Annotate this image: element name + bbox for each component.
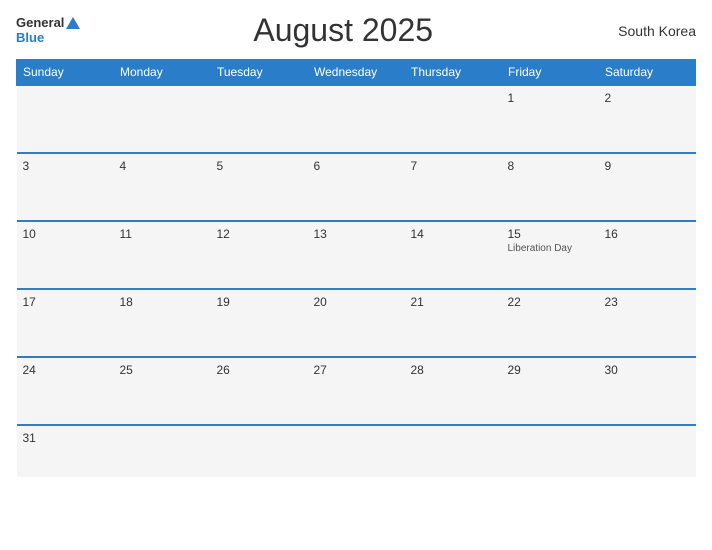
calendar-day-cell [599,425,696,477]
calendar-day-cell [502,425,599,477]
day-number: 23 [605,295,690,309]
calendar-day-cell [405,425,502,477]
calendar-day-cell [17,85,114,153]
calendar-day-cell: 11 [114,221,211,289]
day-number: 29 [508,363,593,377]
calendar-day-cell: 7 [405,153,502,221]
calendar-day-cell: 31 [17,425,114,477]
logo-blue-text: Blue [16,31,44,45]
calendar-day-cell [308,425,405,477]
day-number: 12 [217,227,302,241]
calendar-day-cell: 4 [114,153,211,221]
calendar-day-cell: 29 [502,357,599,425]
calendar-week-row: 24 25 26 27 28 29 30 [17,357,696,425]
day-number: 10 [23,227,108,241]
day-number: 20 [314,295,399,309]
day-number: 6 [314,159,399,173]
day-number: 4 [120,159,205,173]
country-label: South Korea [606,23,696,39]
calendar-day-cell: 28 [405,357,502,425]
logo-general-text: General [16,16,80,30]
day-number: 3 [23,159,108,173]
calendar-page: General Blue August 2025 South Korea Sun… [0,0,712,550]
calendar-week-row: 17 18 19 20 21 22 23 [17,289,696,357]
weekday-header-row: Sunday Monday Tuesday Wednesday Thursday… [17,60,696,86]
day-number: 25 [120,363,205,377]
month-title: August 2025 [80,12,606,49]
calendar-day-cell: 9 [599,153,696,221]
header-tuesday: Tuesday [211,60,308,86]
day-number: 16 [605,227,690,241]
day-number: 24 [23,363,108,377]
day-number: 8 [508,159,593,173]
logo: General Blue [16,16,80,45]
header: General Blue August 2025 South Korea [16,12,696,49]
calendar-day-cell: 1 [502,85,599,153]
calendar-week-row: 3456789 [17,153,696,221]
calendar-day-cell: 13 [308,221,405,289]
day-number: 21 [411,295,496,309]
calendar-day-cell: 26 [211,357,308,425]
day-number: 18 [120,295,205,309]
day-event-label: Liberation Day [508,243,593,254]
calendar-week-row: 31 [17,425,696,477]
day-number: 22 [508,295,593,309]
day-number: 19 [217,295,302,309]
day-number: 9 [605,159,690,173]
day-number: 27 [314,363,399,377]
calendar-week-row: 10 11 12 13 14 15 Liberation Day 16 [17,221,696,289]
day-number: 26 [217,363,302,377]
calendar-day-cell: 19 [211,289,308,357]
day-number: 11 [120,227,205,241]
calendar-day-cell: 18 [114,289,211,357]
day-number: 13 [314,227,399,241]
day-number: 5 [217,159,302,173]
day-number: 7 [411,159,496,173]
calendar-day-cell: 24 [17,357,114,425]
calendar-day-cell [405,85,502,153]
header-monday: Monday [114,60,211,86]
calendar-day-cell: 12 [211,221,308,289]
calendar-day-cell [211,85,308,153]
calendar-table: Sunday Monday Tuesday Wednesday Thursday… [16,59,696,477]
day-number: 17 [23,295,108,309]
calendar-day-cell: 3 [17,153,114,221]
calendar-day-cell [308,85,405,153]
day-number: 15 [508,227,593,241]
calendar-day-cell: 23 [599,289,696,357]
calendar-day-cell [114,85,211,153]
calendar-day-cell: 15 Liberation Day [502,221,599,289]
calendar-day-cell: 21 [405,289,502,357]
calendar-day-cell: 6 [308,153,405,221]
calendar-day-cell: 5 [211,153,308,221]
day-number: 30 [605,363,690,377]
calendar-week-row: 12 [17,85,696,153]
day-number: 31 [23,431,108,445]
day-number: 1 [508,91,593,105]
calendar-day-cell: 25 [114,357,211,425]
calendar-day-cell: 27 [308,357,405,425]
calendar-day-cell: 20 [308,289,405,357]
calendar-day-cell: 22 [502,289,599,357]
calendar-day-cell: 17 [17,289,114,357]
calendar-day-cell: 10 [17,221,114,289]
day-number: 2 [605,91,690,105]
day-number: 28 [411,363,496,377]
calendar-day-cell: 16 [599,221,696,289]
calendar-day-cell [114,425,211,477]
header-wednesday: Wednesday [308,60,405,86]
header-sunday: Sunday [17,60,114,86]
calendar-day-cell: 2 [599,85,696,153]
calendar-day-cell: 30 [599,357,696,425]
header-saturday: Saturday [599,60,696,86]
calendar-day-cell [211,425,308,477]
logo-triangle-icon [66,17,80,29]
calendar-day-cell: 8 [502,153,599,221]
day-number: 14 [411,227,496,241]
calendar-day-cell: 14 [405,221,502,289]
header-friday: Friday [502,60,599,86]
header-thursday: Thursday [405,60,502,86]
